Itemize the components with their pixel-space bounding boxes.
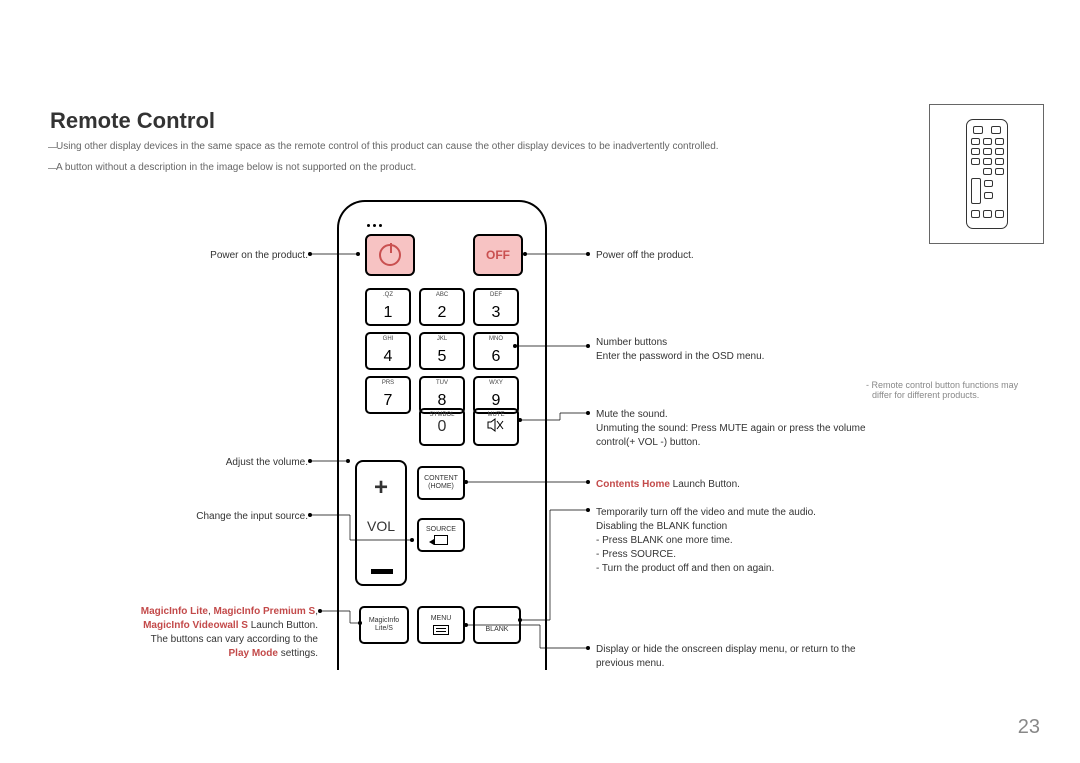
callout-power-on: Power on the product. (198, 249, 308, 263)
volume-down-icon (371, 569, 393, 574)
volume-up-icon: + (357, 474, 405, 502)
menu-button: MENU (417, 606, 465, 644)
num-6: MNO 6 (473, 332, 519, 370)
source-icon (434, 535, 448, 545)
num-7: PRS 7 (365, 376, 411, 414)
mute-button: MUTE (473, 408, 519, 446)
num-5: JKL 5 (419, 332, 465, 370)
source-button: SOURCE (417, 518, 465, 552)
power-icon (379, 244, 401, 266)
callout-magicinfo: MagicInfo Lite, MagicInfo Premium S, Mag… (94, 605, 318, 661)
num-1: .QZ 1 (365, 288, 411, 326)
magicinfo-button: MagicInfo Lite/S (359, 606, 409, 644)
callout-mute: Mute the sound. Unmuting the sound: Pres… (596, 408, 866, 450)
callout-contents-home: Contents Home Launch Button. (596, 478, 740, 492)
callout-blank-fn: Temporarily turn off the video and mute … (596, 506, 856, 576)
callout-numbers: Number buttons Enter the password in the… (596, 336, 856, 364)
content-home-button: CONTENT (HOME) (417, 466, 465, 500)
side-note: - Remote control button functions may di… (866, 380, 1036, 400)
callout-source: Change the input source. (159, 510, 308, 524)
page-title: Remote Control (50, 108, 215, 134)
note-2: A button without a description in the im… (56, 162, 416, 173)
power-button (365, 234, 415, 276)
callout-volume: Adjust the volume. (198, 456, 308, 470)
num-0: SYMBOL 0 (419, 408, 465, 446)
note-1: Using other display devices in the same … (56, 141, 719, 152)
remote-thumbnail-box (929, 104, 1044, 244)
callout-menu: Display or hide the onscreen display men… (596, 643, 856, 671)
page-number: 23 (1018, 716, 1040, 739)
num-4: GHI 4 (365, 332, 411, 370)
num-2: ABC 2 (419, 288, 465, 326)
remote-illustration: OFF .QZ 1 ABC 2 DEF 3 GHI 4 JKL 5 MNO 6 … (337, 200, 547, 670)
menu-icon (433, 625, 449, 635)
note-2-text: A button without a description in the im… (56, 162, 416, 173)
note-1-text: Using other display devices in the same … (56, 141, 719, 152)
mute-icon (475, 418, 517, 432)
volume-rocker: + VOL (355, 460, 407, 586)
remote-thumbnail (966, 119, 1008, 229)
num-3: DEF 3 (473, 288, 519, 326)
callout-power-off: Power off the product. (596, 249, 694, 263)
off-button: OFF (473, 234, 523, 276)
blank-button: BLANK (473, 606, 521, 644)
